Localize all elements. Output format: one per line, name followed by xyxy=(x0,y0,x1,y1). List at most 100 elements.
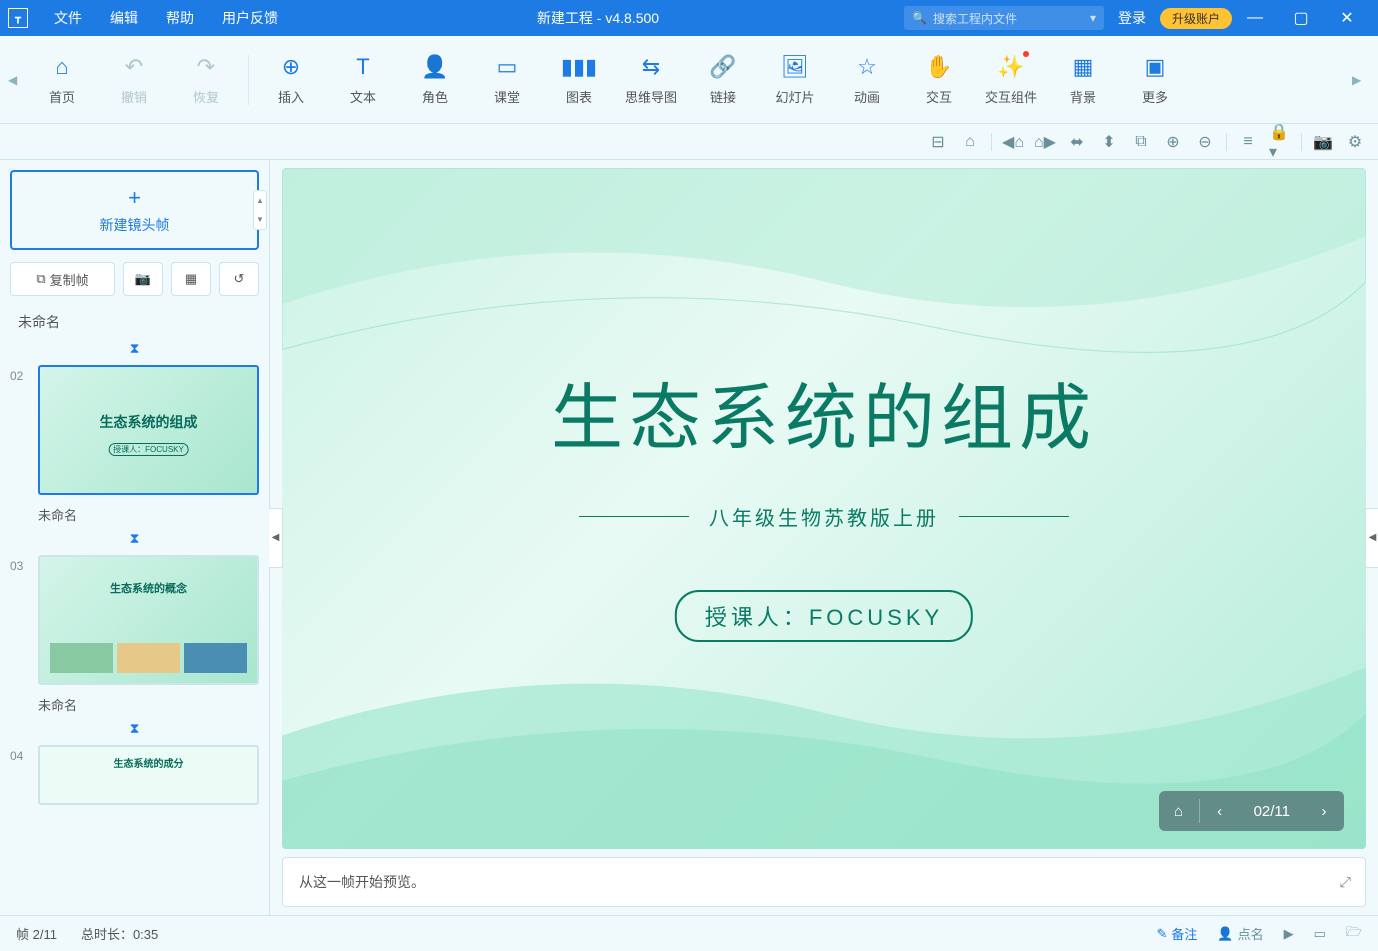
menu-help[interactable]: 帮助 xyxy=(152,8,208,28)
qr-icon: ▦ xyxy=(185,271,197,287)
nav-back-icon[interactable]: ◀⌂ xyxy=(1002,131,1024,153)
sep xyxy=(1226,133,1227,151)
thumb-img-icon xyxy=(184,643,247,673)
present-button[interactable]: ▭ xyxy=(1314,926,1326,942)
slide-thumbnail[interactable]: 生态系统的概念 xyxy=(38,555,259,685)
slide-item-04[interactable]: 04 生态系统的成分 xyxy=(10,745,259,805)
rollcall-button[interactable]: 👤点名 xyxy=(1217,924,1263,943)
canvas-title[interactable]: 生态系统的组成 xyxy=(551,359,1097,464)
canvas-author[interactable]: 授课人：FOCUSKY xyxy=(675,590,973,642)
preview-text: 从这一帧开始预览。 xyxy=(299,872,425,892)
canvas-subtitle[interactable]: 八年级生物苏教版上册 xyxy=(709,502,939,531)
tool-more[interactable]: ▣更多 xyxy=(1119,44,1191,116)
tool-role[interactable]: 👤角色 xyxy=(399,44,471,116)
slide-item-03[interactable]: 03 生态系统的概念 xyxy=(10,555,259,685)
nav-page-indicator: 02/11 xyxy=(1240,803,1304,820)
maximize-button[interactable]: ▢ xyxy=(1278,8,1324,28)
sep xyxy=(991,133,992,151)
tool-redo[interactable]: ↷恢复 xyxy=(170,44,242,116)
thumb-img-icon xyxy=(50,643,113,673)
close-button[interactable]: ✕ xyxy=(1324,8,1370,28)
frame-scroll-buttons[interactable]: ▲▼ xyxy=(253,190,267,230)
login-link[interactable]: 登录 xyxy=(1118,8,1146,28)
align-icon[interactable]: ≡ xyxy=(1237,131,1259,153)
settings-icon[interactable]: ⚙ xyxy=(1344,131,1366,153)
nav-home-button[interactable]: ⌂ xyxy=(1159,803,1199,820)
export-button[interactable]: 🗁 xyxy=(1346,923,1362,945)
sidebar-collapse-button[interactable]: ◀ xyxy=(269,508,283,568)
loop-icon: ↺ xyxy=(234,271,245,287)
play-button[interactable]: ▶ xyxy=(1284,926,1294,942)
minimize-button[interactable]: — xyxy=(1232,9,1278,27)
window-title: 新建工程 - v4.8.500 xyxy=(292,8,904,28)
ruler-icon[interactable]: ⊟ xyxy=(927,131,949,153)
copy-frame-button[interactable]: ⧉复制帧 xyxy=(10,262,115,296)
tool-home[interactable]: ⌂首页 xyxy=(26,44,98,116)
tool-interact[interactable]: ✋交互 xyxy=(903,44,975,116)
lock-icon[interactable]: 🔒▾ xyxy=(1269,131,1291,153)
slide-item-02[interactable]: 02 生态系统的组成 授课人：FOCUSKY xyxy=(10,365,259,495)
slide-thumbnail[interactable]: 生态系统的组成 授课人：FOCUSKY xyxy=(38,365,259,495)
transition-icon[interactable]: ⧗ xyxy=(10,340,259,357)
zoom-in-icon[interactable]: ⊕ xyxy=(1162,131,1184,153)
tool-insert[interactable]: ⊕插入 xyxy=(255,44,327,116)
chevron-down-icon[interactable]: ▾ xyxy=(1090,11,1096,25)
toolbar-next[interactable]: ▶ xyxy=(1352,73,1370,87)
status-duration: 总时长：0:35 xyxy=(81,924,158,943)
loop-frame-button[interactable]: ↺ xyxy=(219,262,259,296)
toolbar-prev[interactable]: ◀ xyxy=(8,73,26,87)
menu-edit[interactable]: 编辑 xyxy=(96,8,152,28)
tool-undo[interactable]: ↶撤销 xyxy=(98,44,170,116)
upgrade-button[interactable]: 升级账户 xyxy=(1160,8,1232,29)
thumb-img-icon xyxy=(117,643,180,673)
search-box[interactable]: 🔍 搜索工程内文件 ▾ xyxy=(904,6,1104,30)
tool-class[interactable]: ▭课堂 xyxy=(471,44,543,116)
star-icon: ☆ xyxy=(853,53,881,81)
home-small-icon[interactable]: ⌂ xyxy=(959,131,981,153)
tool-bg[interactable]: ▦背景 xyxy=(1047,44,1119,116)
transition-icon[interactable]: ⧗ xyxy=(10,530,259,547)
main-area: + 新建镜头帧 ▲▼ ⧉复制帧 📷 ▦ ↺ 未命名 ⧗ 02 生态系统的组成 授… xyxy=(0,160,1378,915)
new-frame-button[interactable]: + 新建镜头帧 xyxy=(10,170,259,250)
copy-icon[interactable]: ⧉ xyxy=(1130,131,1152,153)
camera-icon[interactable]: 📷 xyxy=(1312,131,1334,153)
nav-fwd-icon[interactable]: ⌂▶ xyxy=(1034,131,1056,153)
tool-chart[interactable]: ▮▮▮图表 xyxy=(543,44,615,116)
section-name[interactable]: 未命名 xyxy=(10,308,259,336)
folder-icon: 🗁 xyxy=(1346,923,1362,945)
tool-mindmap[interactable]: ⇆思维导图 xyxy=(615,44,687,116)
transition-icon[interactable]: ⧗ xyxy=(10,720,259,737)
slide-name[interactable]: 未命名 xyxy=(10,503,259,530)
menu-file[interactable]: 文件 xyxy=(40,8,96,28)
slide-name[interactable]: 未命名 xyxy=(10,693,259,720)
panel-collapse-button[interactable]: ◀ xyxy=(1365,508,1378,568)
camera-frame-button[interactable]: 📷 xyxy=(123,262,163,296)
fit-height-icon[interactable]: ⬍ xyxy=(1098,131,1120,153)
main-toolbar: ◀ ⌂首页 ↶撤销 ↷恢复 ⊕插入 T文本 👤角色 ▭课堂 ▮▮▮图表 ⇆思维导… xyxy=(0,36,1378,124)
mindmap-icon: ⇆ xyxy=(637,53,665,81)
preview-bar[interactable]: 从这一帧开始预览。 ⤢ xyxy=(282,857,1366,907)
nav-prev-button[interactable]: ‹ xyxy=(1200,803,1240,820)
board-icon: ▭ xyxy=(493,53,521,81)
search-placeholder: 搜索工程内文件 xyxy=(933,10,1017,27)
tool-link[interactable]: 🔗链接 xyxy=(687,44,759,116)
home-icon: ⌂ xyxy=(48,53,76,81)
tool-slide[interactable]: 🖼幻灯片 xyxy=(759,44,831,116)
note-button[interactable]: ✎备注 xyxy=(1156,924,1197,943)
slide-thumbnail[interactable]: 生态系统的成分 xyxy=(38,745,259,805)
menu-feedback[interactable]: 用户反馈 xyxy=(208,8,292,28)
expand-icon[interactable]: ⤢ xyxy=(1340,874,1351,891)
fit-width-icon[interactable]: ⬌ xyxy=(1066,131,1088,153)
chart-icon: ▮▮▮ xyxy=(565,53,593,81)
camera-icon: 📷 xyxy=(135,271,151,287)
nav-next-button[interactable]: › xyxy=(1304,803,1344,820)
qr-frame-button[interactable]: ▦ xyxy=(171,262,211,296)
tool-anim[interactable]: ☆动画 xyxy=(831,44,903,116)
canvas-wrap: ◀ ◀ 生态系统的组成 八年级生物苏教版上册 授课人：FOCUSKY ⌂ ‹ 0… xyxy=(270,160,1378,915)
zoom-out-icon[interactable]: ⊖ xyxy=(1194,131,1216,153)
slides-sidebar: + 新建镜头帧 ▲▼ ⧉复制帧 📷 ▦ ↺ 未命名 ⧗ 02 生态系统的组成 授… xyxy=(0,160,270,915)
canvas[interactable]: 生态系统的组成 八年级生物苏教版上册 授课人：FOCUSKY ⌂ ‹ 02/11… xyxy=(282,168,1366,849)
plus-circle-icon: ⊕ xyxy=(277,53,305,81)
tool-text[interactable]: T文本 xyxy=(327,44,399,116)
tool-widget[interactable]: ✨交互组件 xyxy=(975,44,1047,116)
